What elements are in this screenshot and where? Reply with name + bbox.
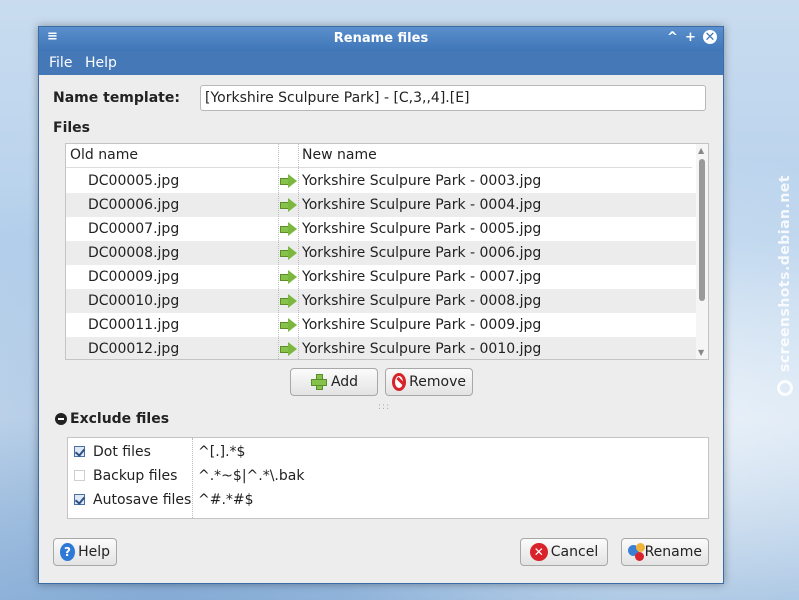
collapse-icon — [55, 413, 67, 425]
old-name-cell: DC00007.jpg — [88, 221, 180, 237]
rename-button-label: Rename — [644, 544, 702, 560]
old-name-cell: DC00010.jpg — [88, 293, 180, 309]
menu-bar: File Help — [39, 51, 723, 75]
column-header-new-name[interactable]: New name — [298, 144, 692, 168]
exclude-row-label: Dot files — [93, 444, 151, 460]
rename-icon — [628, 543, 645, 561]
pane-grip-handle[interactable]: ::: — [378, 402, 390, 412]
rename-files-window: ≡ Rename files ^ + ✕ File Help Name temp… — [38, 26, 724, 584]
old-name-cell: DC00008.jpg — [88, 245, 180, 261]
cancel-icon: ✕ — [529, 543, 548, 561]
debian-logo-icon — [777, 379, 793, 396]
cancel-button-label: Cancel — [550, 544, 599, 560]
menu-file[interactable]: File — [49, 55, 72, 71]
exclude-files-label: Exclude files — [70, 411, 170, 427]
exclude-row-label: Autosave files — [93, 492, 192, 508]
remove-button-label: Remove — [409, 374, 466, 390]
rename-button[interactable]: Rename — [621, 538, 709, 566]
column-divider — [192, 438, 193, 518]
exclude-row-label: Backup files — [93, 468, 178, 484]
scroll-down-icon[interactable]: ▼ — [698, 348, 704, 357]
column-divider — [278, 144, 279, 359]
new-name-cell: Yorkshire Sculpure Park - 0005.jpg — [302, 221, 542, 237]
new-name-cell: Yorkshire Sculpure Park - 0009.jpg — [302, 317, 542, 333]
new-name-cell: Yorkshire Sculpure Park - 0006.jpg — [302, 245, 542, 261]
minimize-button[interactable]: ^ — [667, 30, 678, 46]
exclude-row-autosave-files: Autosave files ^#.*#$ — [68, 488, 708, 512]
old-name-cell: DC00005.jpg — [88, 173, 180, 189]
plus-icon — [310, 373, 328, 391]
table-row[interactable]: DC00007.jpg Yorkshire Sculpure Park - 00… — [66, 217, 696, 241]
cancel-button[interactable]: ✕ Cancel — [520, 538, 608, 566]
add-button-label: Add — [330, 374, 359, 390]
table-row[interactable]: DC00011.jpg Yorkshire Sculpure Park - 00… — [66, 313, 696, 337]
old-name-cell: DC00006.jpg — [88, 197, 180, 213]
remove-button[interactable]: Remove — [385, 368, 473, 396]
new-name-cell: Yorkshire Sculpure Park - 0007.jpg — [302, 269, 542, 285]
add-button[interactable]: Add — [290, 368, 378, 396]
exclude-row-backup-files: Backup files ^.*~$|^.*\.bak — [68, 464, 708, 488]
old-name-cell: DC00012.jpg — [88, 341, 180, 357]
exclude-row-pattern[interactable]: ^#.*#$ — [198, 488, 254, 512]
help-button-label: Help — [78, 544, 110, 560]
table-row[interactable]: DC00005.jpg Yorkshire Sculpure Park - 00… — [66, 169, 696, 193]
help-button[interactable]: ? Help — [53, 538, 117, 566]
name-template-input[interactable] — [200, 85, 706, 111]
exclude-row-pattern[interactable]: ^[.].*$ — [198, 440, 245, 464]
column-header-arrow — [278, 144, 298, 168]
new-name-cell: Yorkshire Sculpure Park - 0008.jpg — [302, 293, 542, 309]
title-bar: ≡ Rename files ^ + ✕ — [39, 27, 723, 51]
menu-help[interactable]: Help — [85, 55, 117, 71]
watermark: screenshots.debian.net — [770, 175, 799, 425]
table-row[interactable]: DC00012.jpg Yorkshire Sculpure Park - 00… — [66, 337, 696, 359]
exclude-files-expander[interactable]: Exclude files — [55, 411, 169, 427]
new-name-cell: Yorkshire Sculpure Park - 0003.jpg — [302, 173, 542, 189]
table-row[interactable]: DC00008.jpg Yorkshire Sculpure Park - 00… — [66, 241, 696, 265]
files-list[interactable]: Old name New name DC00005.jpg Yorkshire … — [65, 143, 709, 360]
column-header-old-name[interactable]: Old name — [66, 144, 282, 168]
watermark-text: screenshots.debian.net — [777, 175, 793, 372]
old-name-cell: DC00011.jpg — [88, 317, 180, 333]
table-row[interactable]: DC00010.jpg Yorkshire Sculpure Park - 00… — [66, 289, 696, 313]
new-name-cell: Yorkshire Sculpure Park - 0004.jpg — [302, 197, 542, 213]
no-entry-icon — [392, 373, 407, 391]
window-title: Rename files — [333, 31, 429, 46]
scrollbar-thumb[interactable] — [699, 159, 705, 301]
scroll-up-icon[interactable]: ▲ — [698, 146, 704, 155]
backup-files-checkbox[interactable] — [74, 470, 85, 481]
table-row[interactable]: DC00009.jpg Yorkshire Sculpure Park - 00… — [66, 265, 696, 289]
table-row[interactable]: DC00006.jpg Yorkshire Sculpure Park - 00… — [66, 193, 696, 217]
maximize-button[interactable]: + — [685, 30, 696, 46]
dot-files-checkbox[interactable] — [74, 446, 85, 457]
close-button[interactable]: ✕ — [703, 30, 717, 45]
new-name-cell: Yorkshire Sculpure Park - 0010.jpg — [302, 341, 542, 357]
exclude-row-dot-files: Dot files ^[.].*$ — [68, 440, 708, 464]
name-template-label: Name template: — [53, 90, 180, 106]
exclude-row-pattern[interactable]: ^.*~$|^.*\.bak — [198, 464, 304, 488]
autosave-files-checkbox[interactable] — [74, 494, 85, 505]
exclude-list: Dot files ^[.].*$ Backup files ^.*~$|^.*… — [67, 437, 709, 519]
old-name-cell: DC00009.jpg — [88, 269, 180, 285]
column-divider — [298, 144, 299, 359]
files-scrollbar[interactable]: ▲ ▼ — [696, 144, 708, 359]
files-section-label: Files — [53, 120, 90, 136]
help-icon: ? — [60, 543, 76, 561]
